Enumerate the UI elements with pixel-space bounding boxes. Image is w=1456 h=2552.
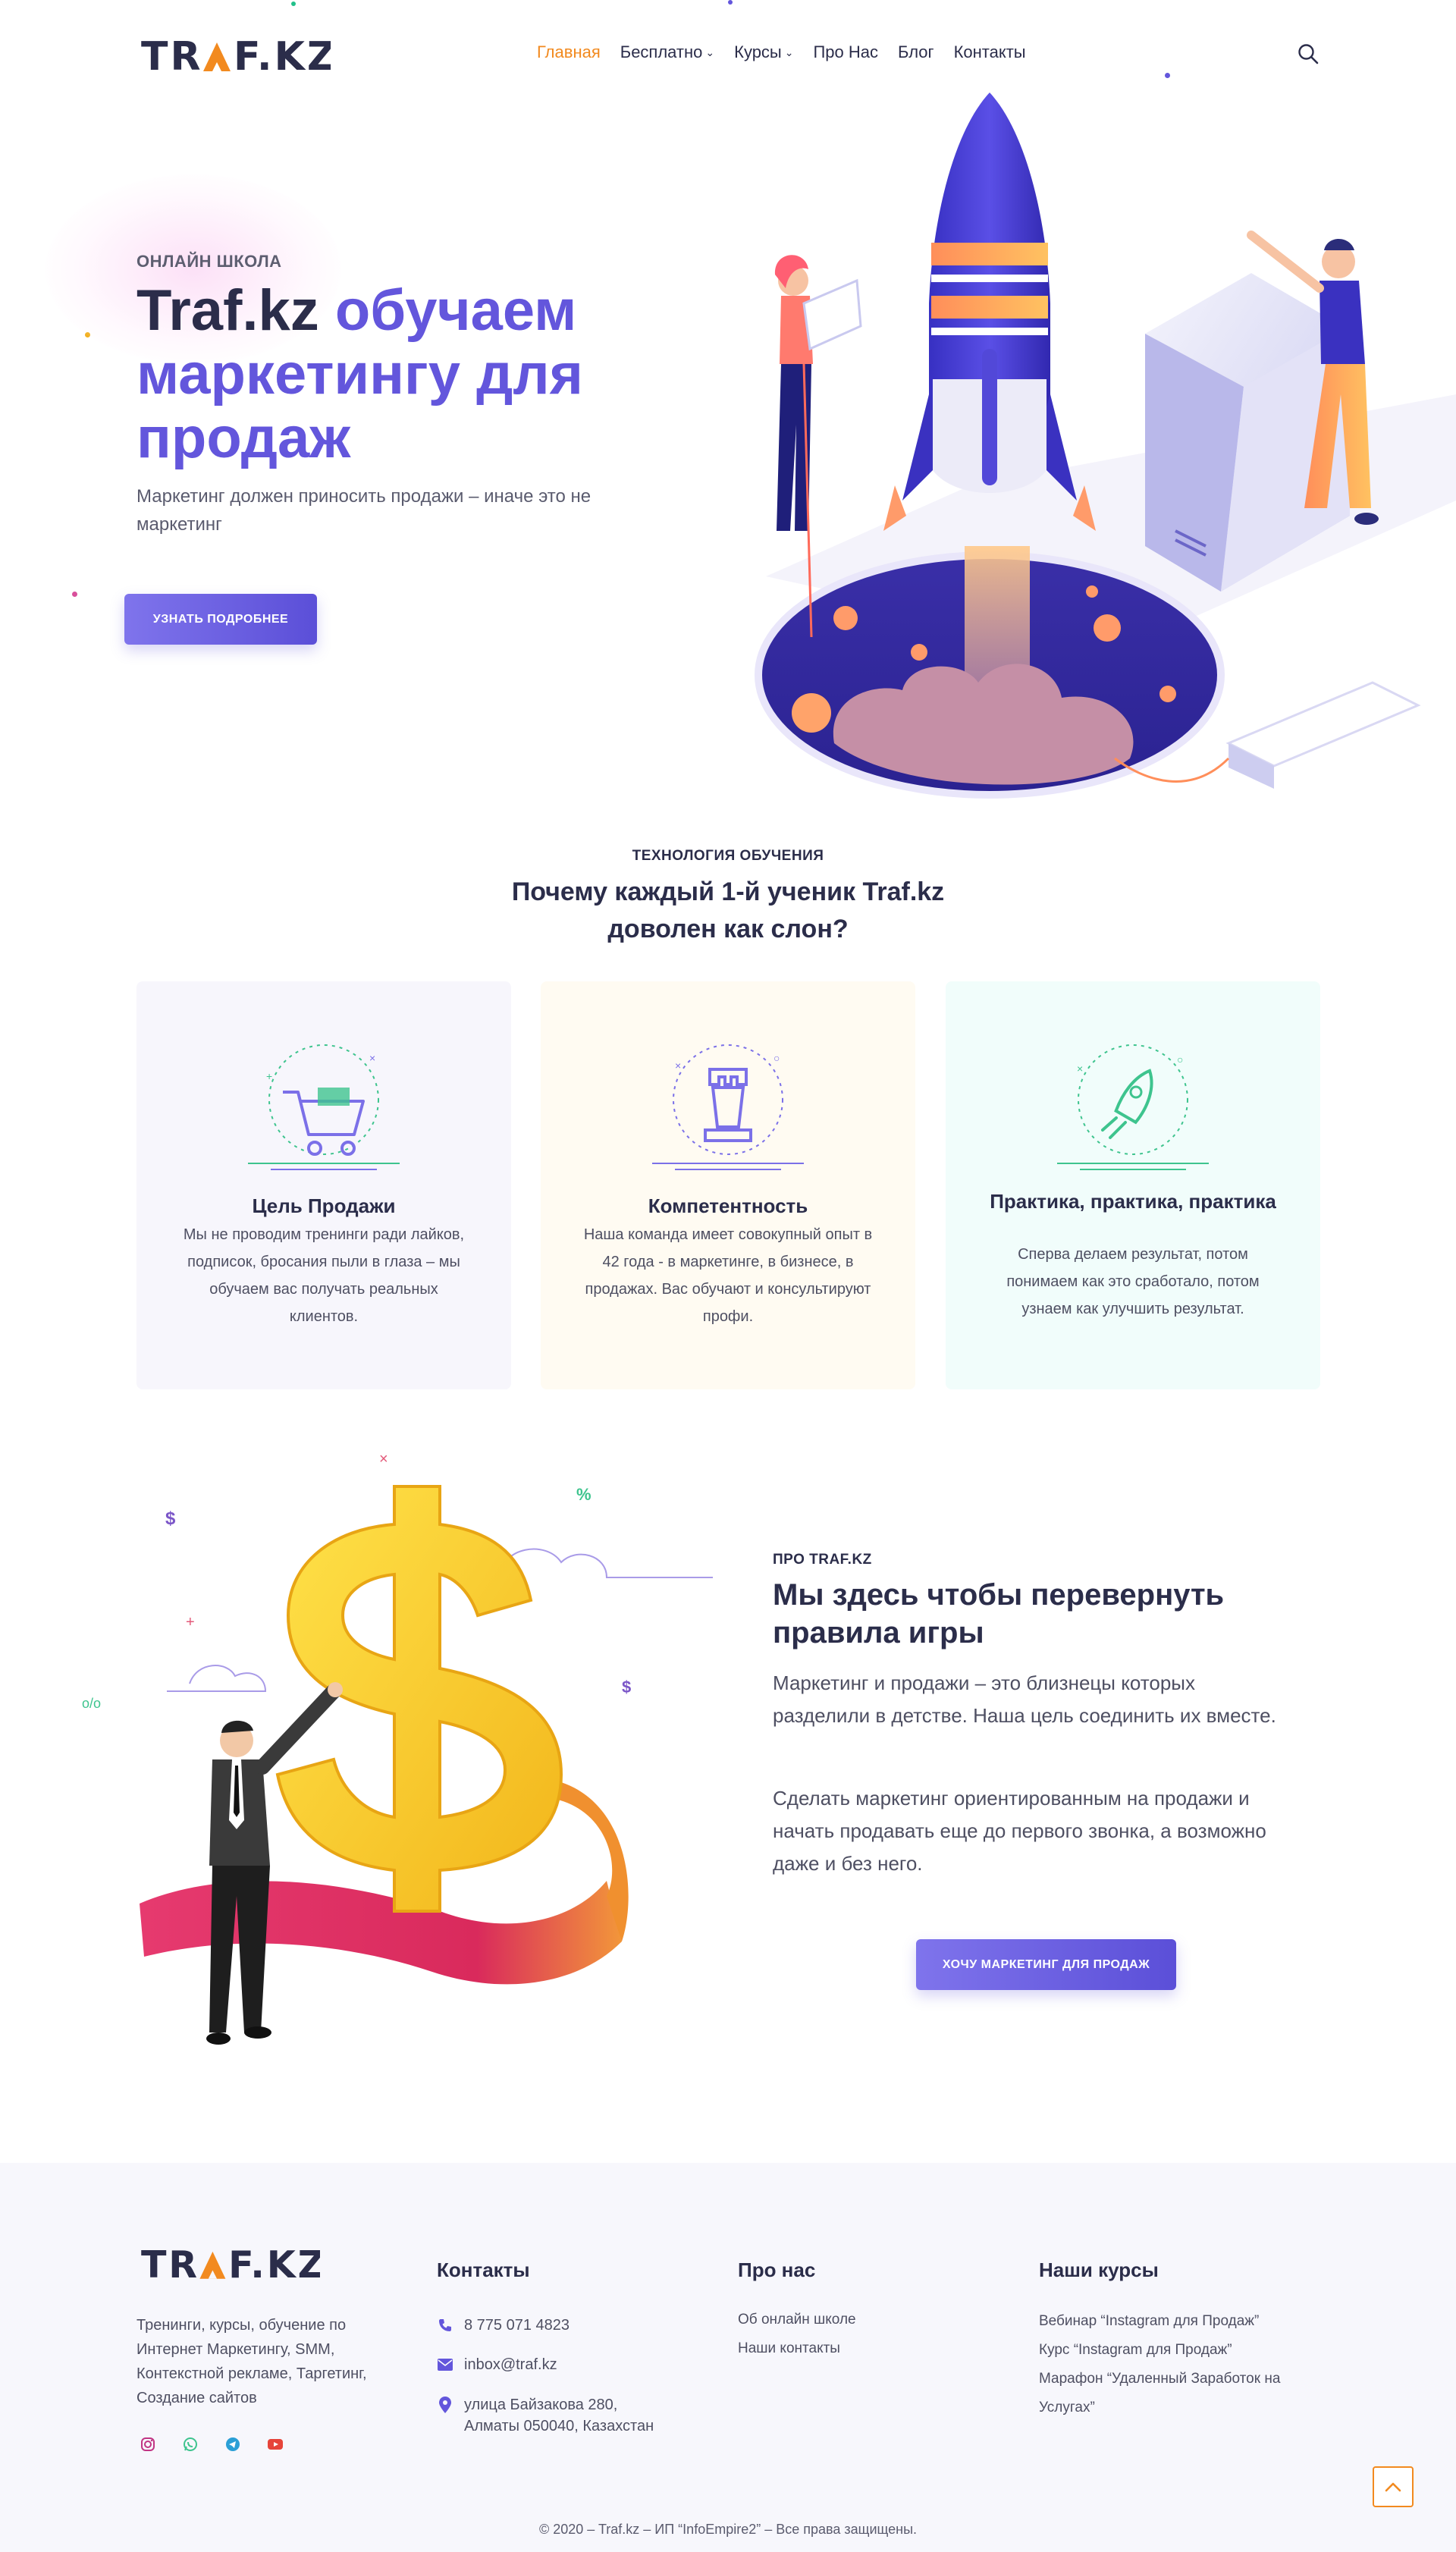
- phone-text: 8 775 071 4823: [464, 2317, 570, 2334]
- svg-text:○: ○: [774, 1052, 780, 1064]
- nav-label: Блог: [898, 42, 934, 61]
- footer-contacts-title: Контакты: [437, 2259, 530, 2281]
- nav-item-free[interactable]: Бесплатно ⌄: [620, 42, 714, 62]
- youtube-icon[interactable]: [267, 2436, 284, 2453]
- footer-about-title: Про нас: [738, 2259, 816, 2281]
- art-symbol-oo: o/o: [82, 1696, 101, 1711]
- main-nav: Главная Бесплатно ⌄ Курсы ⌄ Про Нас Блог К…: [537, 42, 1026, 62]
- decor-dot: [72, 592, 77, 597]
- hero-title: Traf.kz обучаем маркетингу для продаж: [136, 279, 667, 470]
- logo-mark: TR F.KZ: [141, 2243, 325, 2287]
- svg-text:TR: TR: [141, 2243, 199, 2284]
- art-symbol-plus: +: [186, 1614, 195, 1631]
- search-icon: [1298, 44, 1319, 64]
- about-paragraph: Сделать маркетинг ориентированным на про…: [773, 1787, 1266, 1875]
- whatsapp-icon[interactable]: [182, 2436, 199, 2453]
- footer-description: Тренинги, курсы, обучение по Интернет Ма…: [136, 2317, 367, 2406]
- nav-label: Курсы: [734, 42, 782, 61]
- nav-item-courses[interactable]: Курсы ⌄: [734, 42, 793, 62]
- nav-label: Про Нас: [813, 42, 879, 61]
- feature-title: Компетентность: [648, 1194, 808, 1217]
- envelope-icon: [437, 2354, 453, 2375]
- nav-item-blog[interactable]: Блог: [898, 42, 934, 62]
- footer-address: улица Байзакова 280, Алматы 050040, Каза…: [437, 2394, 657, 2437]
- svg-text:F.KZ: F.KZ: [234, 34, 331, 76]
- hero-kicker: ОНЛАЙН ШКОЛА: [136, 252, 282, 271]
- art-symbol-dollar: $: [165, 1508, 176, 1529]
- decor-dot: [728, 0, 733, 5]
- svg-text:TR: TR: [141, 34, 203, 76]
- feature-card: ○ × Компетентность Наша команда имеет со…: [541, 981, 915, 1389]
- features-title: Почему каждый 1-й ученик Traf.kz доволен…: [511, 877, 945, 943]
- shopping-cart-icon: × +: [248, 1044, 400, 1170]
- svg-text:×: ×: [369, 1052, 375, 1064]
- features-kicker: ТЕХНОЛОГИЯ ОБУЧЕНИЯ: [632, 848, 824, 864]
- email-text: inbox@traf.kz: [464, 2356, 557, 2373]
- nav-item-about[interactable]: Про Нас: [813, 42, 878, 62]
- social-links: [140, 2436, 284, 2453]
- chevron-down-icon: ⌄: [784, 46, 794, 58]
- nav-label: Главная: [537, 42, 601, 61]
- map-pin-icon: [437, 2394, 453, 2415]
- dollar-businessman-illustration: $ % $ o/o × +: [82, 1451, 713, 2045]
- feature-text: Мы не проводим тренинги ради лайков, под…: [183, 1226, 465, 1325]
- address-text: улица Байзакова 280, Алматы 050040, Каза…: [464, 2397, 654, 2434]
- svg-text:+: +: [266, 1070, 272, 1082]
- svg-text:○: ○: [1177, 1053, 1183, 1066]
- hero-title-brand: Traf.kz: [136, 278, 319, 343]
- nav-item-contacts[interactable]: Контакты: [954, 42, 1026, 62]
- feature-text: Сперва делаем результат, потом понимаем …: [1006, 1246, 1260, 1317]
- feature-title: Цель Продажи: [252, 1194, 396, 1217]
- logo-mark: TR F.KZ: [141, 34, 336, 80]
- footer-link-contacts[interactable]: Наши контакты: [738, 2334, 840, 2363]
- chevron-down-icon: ⌄: [705, 46, 715, 58]
- footer-link-marathon[interactable]: Марафон “Удаленный Заработок на Услугах”: [1039, 2365, 1327, 2422]
- svg-text:×: ×: [1077, 1063, 1083, 1075]
- instagram-icon[interactable]: [140, 2436, 156, 2453]
- chess-rook-icon: ○ ×: [652, 1044, 804, 1170]
- svg-text:×: ×: [675, 1059, 681, 1072]
- feature-card: × + Цель Продажи Мы не проводим тренинги…: [136, 981, 511, 1389]
- about-paragraph: Маркетинг и продажи – это близнецы котор…: [773, 1672, 1276, 1727]
- footer-link-about-school[interactable]: Об онлайн школе: [738, 2306, 856, 2334]
- footer-email[interactable]: inbox@traf.kz: [437, 2354, 557, 2375]
- footer-link-course[interactable]: Курс “Instagram для Продаж”: [1039, 2336, 1232, 2365]
- hero-subtitle: Маркетинг должен приносить продажи – ина…: [136, 486, 592, 535]
- art-symbol-dollar: $: [622, 1678, 631, 1697]
- site-footer: TR F.KZ Тренинги, курсы, обучение по Инт…: [0, 2163, 1456, 2552]
- feature-card: ○ × Практика, практика, практика Сперва …: [946, 981, 1320, 1389]
- decor-dot: [291, 2, 296, 6]
- svg-text:F.KZ: F.KZ: [228, 2243, 320, 2284]
- nav-item-home[interactable]: Главная: [537, 42, 601, 62]
- site-logo[interactable]: TR F.KZ: [141, 33, 336, 80]
- scroll-to-top-button[interactable]: [1373, 2466, 1414, 2507]
- phone-icon: [437, 2315, 453, 2336]
- rocket-launch-illustration: [755, 93, 1456, 799]
- nav-label: Контакты: [953, 42, 1026, 61]
- footer-logo[interactable]: TR F.KZ: [141, 2242, 325, 2287]
- about-kicker: ПРО TRAF.KZ: [773, 1552, 872, 1568]
- footer-phone[interactable]: 8 775 071 4823: [437, 2315, 570, 2336]
- about-title: Мы здесь чтобы перевернуть правила игры: [773, 1578, 1225, 1650]
- search-button[interactable]: [1297, 42, 1320, 65]
- art-symbol-percent: %: [576, 1485, 592, 1504]
- chevron-up-icon: [1385, 2482, 1401, 2492]
- copyright: © 2020 – Traf.kz – ИП “InfoEmpire2” – Вс…: [538, 2522, 918, 2537]
- learn-more-button[interactable]: УЗНАТЬ ПОДРОБНЕЕ: [124, 594, 317, 645]
- feature-text: Наша команда имеет совокупный опыт в 42 …: [583, 1226, 873, 1325]
- footer-link-webinar[interactable]: Вебинар “Instagram для Продаж”: [1039, 2307, 1259, 2336]
- telegram-icon[interactable]: [224, 2436, 241, 2453]
- art-symbol-cross: ×: [379, 1451, 388, 1467]
- marketing-for-sales-button[interactable]: ХОЧУ МАРКЕТИНГ ДЛЯ ПРОДАЖ: [916, 1939, 1176, 1990]
- feature-title: Практика, практика, практика: [990, 1190, 1276, 1213]
- footer-courses-title: Наши курсы: [1039, 2259, 1159, 2281]
- nav-label: Бесплатно: [620, 42, 703, 61]
- rocket-icon: ○ ×: [1057, 1044, 1209, 1170]
